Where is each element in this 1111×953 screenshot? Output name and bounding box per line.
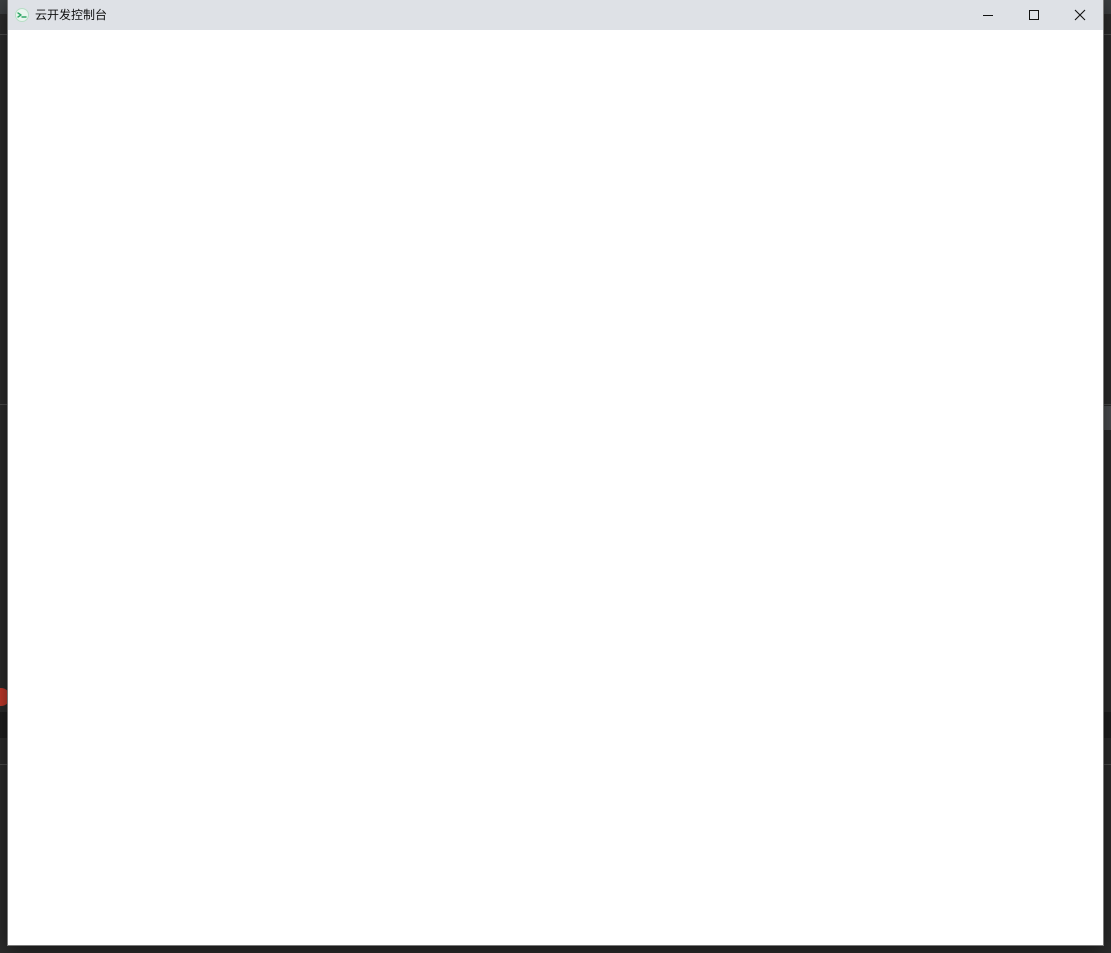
- maximize-icon: [1028, 6, 1040, 25]
- window-controls: [965, 0, 1103, 30]
- maximize-button[interactable]: [1011, 0, 1057, 30]
- close-button[interactable]: [1057, 0, 1103, 30]
- window-title: 云开发控制台: [35, 8, 108, 22]
- close-icon: [1074, 6, 1086, 25]
- app-window: 云开发控制台: [8, 0, 1103, 945]
- minimize-button[interactable]: [965, 0, 1011, 30]
- background-right-strip: [1103, 406, 1111, 430]
- window-content: [8, 30, 1103, 945]
- minimize-icon: [982, 6, 994, 25]
- cloudbase-icon: [15, 8, 29, 22]
- title-bar[interactable]: 云开发控制台: [8, 0, 1103, 30]
